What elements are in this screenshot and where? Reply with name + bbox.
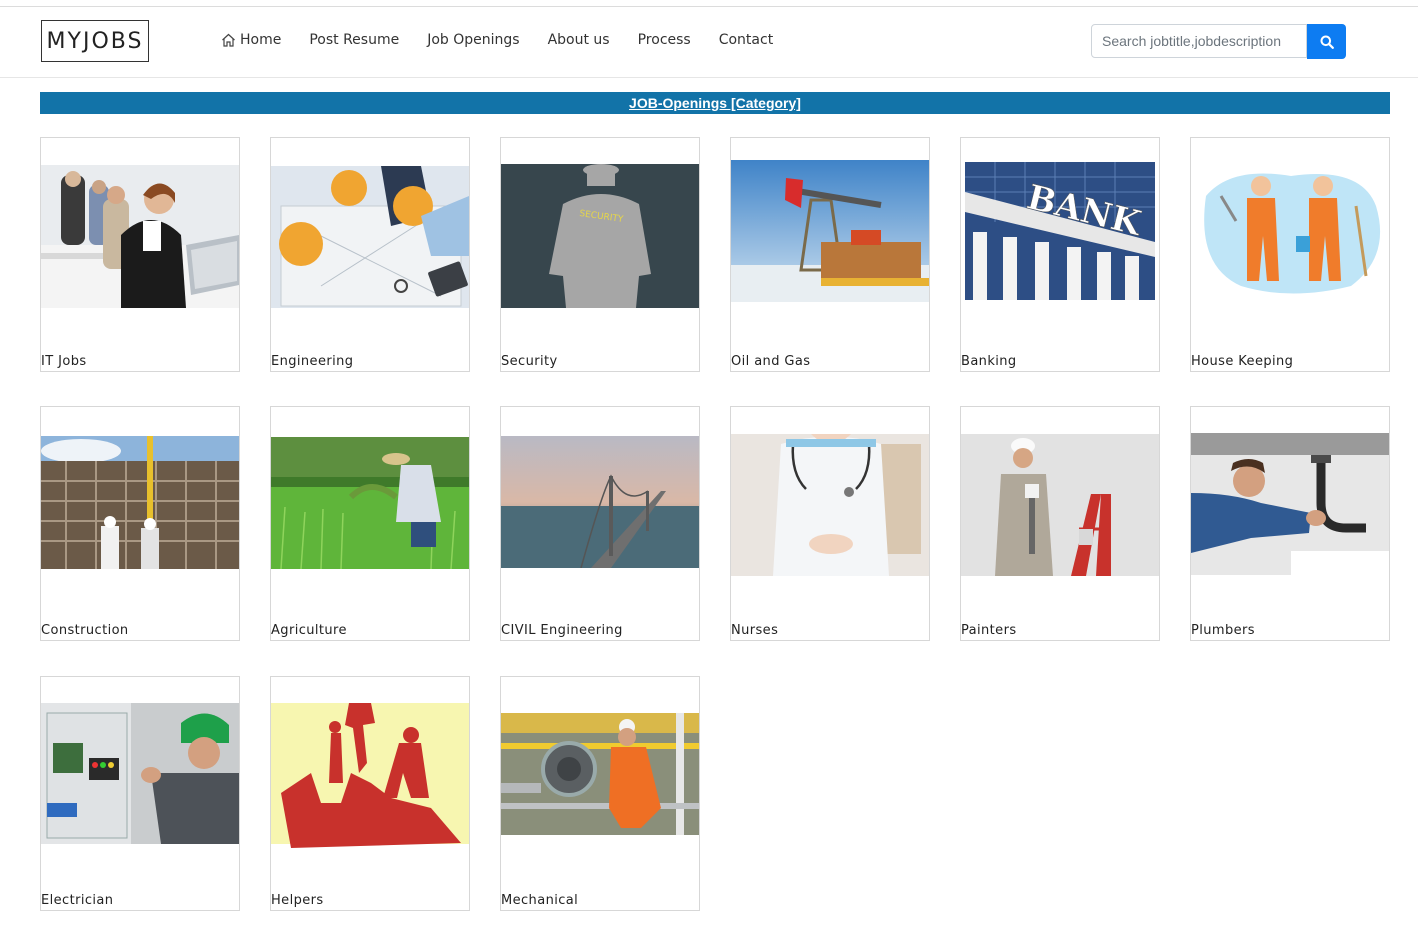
workers-silhouette-illustration: [271, 703, 469, 848]
category-card-plumbers[interactable]: Plumbers: [1190, 406, 1390, 641]
category-card-security[interactable]: SECURITY Security: [500, 137, 700, 372]
main-nav: Home Post Resume Job Openings About us P…: [221, 32, 801, 48]
category-card-nurses[interactable]: Nurses: [730, 406, 930, 641]
category-card-civil-engineering[interactable]: CIVIL Engineering: [500, 406, 700, 641]
category-label: House Keeping: [1191, 354, 1294, 369]
navbar: MYJOBS Home Post Resume Job Openings Abo…: [0, 7, 1418, 78]
category-card-oil-and-gas[interactable]: Oil and Gas: [730, 137, 930, 372]
bridge-photo: [501, 436, 699, 568]
category-label: Electrician: [41, 893, 114, 908]
banner-title-link[interactable]: JOB-Openings [Category]: [629, 95, 801, 111]
plumber-photo: [1191, 433, 1389, 575]
nav-post-resume-label: Post Resume: [309, 32, 400, 48]
category-label: Helpers: [271, 893, 324, 908]
nav-home[interactable]: Home: [221, 32, 281, 48]
search-input[interactable]: [1091, 24, 1307, 58]
nav-post-resume[interactable]: Post Resume: [309, 32, 399, 48]
office-workers-photo: [41, 165, 239, 308]
search-icon: [1320, 35, 1334, 49]
security-guard-silhouette: SECURITY: [501, 164, 699, 308]
category-banner: JOB-Openings [Category]: [40, 92, 1390, 114]
electrician-photo: [41, 703, 239, 844]
farmer-field-photo: [271, 437, 469, 569]
nav-contact-label: Contact: [718, 32, 774, 48]
category-card-house-keeping[interactable]: House Keeping: [1190, 137, 1390, 372]
oil-pump-photo: [731, 160, 929, 302]
category-label: Construction: [41, 623, 129, 638]
nav-home-label: Home: [240, 32, 282, 48]
home-icon: [222, 33, 235, 47]
nurse-photo: [731, 434, 929, 576]
category-label: Agriculture: [271, 623, 347, 638]
nav-contact[interactable]: Contact: [719, 32, 773, 48]
category-label: Engineering: [271, 354, 354, 369]
nav-job-openings[interactable]: Job Openings: [427, 32, 519, 48]
category-card-electrician[interactable]: Electrician: [40, 676, 240, 911]
nav-process[interactable]: Process: [638, 32, 691, 48]
nav-about-us[interactable]: About us: [548, 32, 610, 48]
search-button[interactable]: [1307, 24, 1346, 59]
category-label: Security: [501, 354, 558, 369]
construction-site-photo: [41, 436, 239, 569]
category-label: CIVIL Engineering: [501, 623, 623, 638]
logo[interactable]: MYJOBS: [41, 20, 149, 62]
category-card-mechanical[interactable]: Mechanical: [500, 676, 700, 911]
category-card-painters[interactable]: Painters: [960, 406, 1160, 641]
category-label: Banking: [961, 354, 1017, 369]
category-card-it-jobs[interactable]: IT Jobs: [40, 137, 240, 372]
category-label: IT Jobs: [41, 354, 87, 369]
category-card-agriculture[interactable]: Agriculture: [270, 406, 470, 641]
cleaners-illustration: [1191, 166, 1389, 301]
category-card-helpers[interactable]: Helpers: [270, 676, 470, 911]
bank-building-photo: BANK: [965, 162, 1155, 300]
category-label: Painters: [961, 623, 1017, 638]
painter-photo: [961, 434, 1159, 576]
category-card-engineering[interactable]: Engineering: [270, 137, 470, 372]
engineers-blueprint-photo: [271, 166, 469, 308]
category-label: Mechanical: [501, 893, 579, 908]
mechanical-engineer-photo: [501, 713, 699, 835]
category-card-banking[interactable]: BANK Banking: [960, 137, 1160, 372]
nav-job-openings-label: Job Openings: [427, 32, 520, 48]
nav-about-us-label: About us: [547, 32, 610, 48]
category-label: Nurses: [731, 623, 779, 638]
nav-process-label: Process: [637, 32, 691, 48]
category-label: Plumbers: [1191, 623, 1255, 638]
category-label: Oil and Gas: [731, 354, 811, 369]
category-card-construction[interactable]: Construction: [40, 406, 240, 641]
